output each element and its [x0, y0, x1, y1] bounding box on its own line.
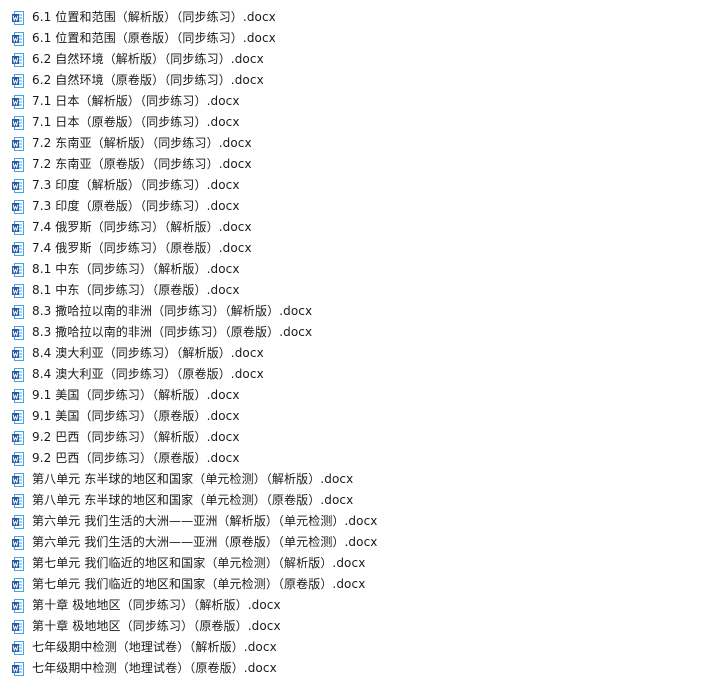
file-item-3[interactable]: 6.2 自然环境（解析版）（同步练习）.docx [0, 49, 717, 70]
file-item-1[interactable]: 6.1 位置和范围（解析版）（同步练习）.docx [0, 7, 717, 28]
word-doc-icon [12, 241, 24, 256]
file-item-32[interactable]: 七年级期中检测（地理试卷）（原卷版）.docx [0, 658, 717, 679]
word-doc-icon [12, 430, 24, 445]
word-doc-icon [12, 619, 24, 634]
file-item-31[interactable]: 七年级期中检测（地理试卷）（解析版）.docx [0, 637, 717, 658]
word-doc-icon [12, 199, 24, 214]
word-doc-icon [12, 577, 24, 592]
word-doc-icon [12, 157, 24, 172]
word-doc-icon [12, 346, 24, 361]
file-item-12[interactable]: 7.4 俄罗斯（同步练习）（原卷版）.docx [0, 238, 717, 259]
word-doc-icon [12, 556, 24, 571]
word-doc-icon [12, 598, 24, 613]
word-doc-icon [12, 52, 24, 67]
file-item-25[interactable]: 第六单元 我们生活的大洲——亚洲（解析版）（单元检测）.docx [0, 511, 717, 532]
file-name: 第十章 极地地区（同步练习）（解析版）.docx [32, 598, 281, 612]
word-doc-icon [12, 367, 24, 382]
file-name: 第十章 极地地区（同步练习）（原卷版）.docx [32, 619, 281, 633]
file-name: 7.1 日本（解析版）（同步练习）.docx [32, 94, 240, 108]
file-name: 6.1 位置和范围（解析版）（同步练习）.docx [32, 10, 276, 24]
word-doc-icon [12, 262, 24, 277]
file-name: 6.2 自然环境（原卷版）（同步练习）.docx [32, 73, 264, 87]
file-name: 8.1 中东（同步练习）（解析版）.docx [32, 262, 240, 276]
file-item-4[interactable]: 6.2 自然环境（原卷版）（同步练习）.docx [0, 70, 717, 91]
file-item-9[interactable]: 7.3 印度（解析版）（同步练习）.docx [0, 175, 717, 196]
word-doc-icon [12, 73, 24, 88]
file-item-10[interactable]: 7.3 印度（原卷版）（同步练习）.docx [0, 196, 717, 217]
file-name: 9.2 巴西（同步练习）（解析版）.docx [32, 430, 240, 444]
word-doc-icon [12, 640, 24, 655]
file-name: 6.2 自然环境（解析版）（同步练习）.docx [32, 52, 264, 66]
file-item-20[interactable]: 9.1 美国（同步练习）（原卷版）.docx [0, 406, 717, 427]
file-name: 第六单元 我们生活的大洲——亚洲（原卷版）（单元检测）.docx [32, 535, 378, 549]
file-name: 7.2 东南亚（解析版）（同步练习）.docx [32, 136, 252, 150]
file-name: 8.3 撒哈拉以南的非洲（同步练习）（解析版）.docx [32, 304, 313, 318]
file-name: 8.4 澳大利亚（同步练习）（解析版）.docx [32, 346, 264, 360]
file-name: 8.4 澳大利亚（同步练习）（原卷版）.docx [32, 367, 264, 381]
word-doc-icon [12, 472, 24, 487]
word-doc-icon [12, 325, 24, 340]
file-list: 6.1 位置和范围（解析版）（同步练习）.docx 6.1 位置和范围（原卷版）… [0, 0, 717, 679]
file-item-16[interactable]: 8.3 撒哈拉以南的非洲（同步练习）（原卷版）.docx [0, 322, 717, 343]
file-name: 七年级期中检测（地理试卷）（原卷版）.docx [32, 661, 277, 675]
file-item-24[interactable]: 第八单元 东半球的地区和国家（单元检测）（原卷版）.docx [0, 490, 717, 511]
file-name: 9.1 美国（同步练习）（原卷版）.docx [32, 409, 240, 423]
file-item-14[interactable]: 8.1 中东（同步练习）（原卷版）.docx [0, 280, 717, 301]
word-doc-icon [12, 535, 24, 550]
word-doc-icon [12, 31, 24, 46]
word-doc-icon [12, 661, 24, 676]
file-item-2[interactable]: 6.1 位置和范围（原卷版）（同步练习）.docx [0, 28, 717, 49]
file-item-22[interactable]: 9.2 巴西（同步练习）（原卷版）.docx [0, 448, 717, 469]
file-name: 7.4 俄罗斯（同步练习）（原卷版）.docx [32, 241, 252, 255]
file-name: 7.3 印度（解析版）（同步练习）.docx [32, 178, 240, 192]
file-name: 第六单元 我们生活的大洲——亚洲（解析版）（单元检测）.docx [32, 514, 378, 528]
file-name: 6.1 位置和范围（原卷版）（同步练习）.docx [32, 31, 276, 45]
file-item-29[interactable]: 第十章 极地地区（同步练习）（解析版）.docx [0, 595, 717, 616]
file-item-28[interactable]: 第七单元 我们临近的地区和国家（单元检测）（原卷版）.docx [0, 574, 717, 595]
file-name: 七年级期中检测（地理试卷）（解析版）.docx [32, 640, 277, 654]
file-item-17[interactable]: 8.4 澳大利亚（同步练习）（解析版）.docx [0, 343, 717, 364]
file-name: 9.1 美国（同步练习）（解析版）.docx [32, 388, 240, 402]
file-name: 第八单元 东半球的地区和国家（单元检测）（原卷版）.docx [32, 493, 354, 507]
word-doc-icon [12, 94, 24, 109]
file-name: 7.4 俄罗斯（同步练习）（解析版）.docx [32, 220, 252, 234]
file-name: 7.1 日本（原卷版）（同步练习）.docx [32, 115, 240, 129]
word-doc-icon [12, 493, 24, 508]
file-item-21[interactable]: 9.2 巴西（同步练习）（解析版）.docx [0, 427, 717, 448]
file-item-6[interactable]: 7.1 日本（原卷版）（同步练习）.docx [0, 112, 717, 133]
file-item-8[interactable]: 7.2 东南亚（原卷版）（同步练习）.docx [0, 154, 717, 175]
file-item-7[interactable]: 7.2 东南亚（解析版）（同步练习）.docx [0, 133, 717, 154]
file-name: 7.2 东南亚（原卷版）（同步练习）.docx [32, 157, 252, 171]
word-doc-icon [12, 514, 24, 529]
file-item-11[interactable]: 7.4 俄罗斯（同步练习）（解析版）.docx [0, 217, 717, 238]
file-name: 7.3 印度（原卷版）（同步练习）.docx [32, 199, 240, 213]
file-item-30[interactable]: 第十章 极地地区（同步练习）（原卷版）.docx [0, 616, 717, 637]
file-item-15[interactable]: 8.3 撒哈拉以南的非洲（同步练习）（解析版）.docx [0, 301, 717, 322]
file-item-19[interactable]: 9.1 美国（同步练习）（解析版）.docx [0, 385, 717, 406]
word-doc-icon [12, 451, 24, 466]
file-name: 8.1 中东（同步练习）（原卷版）.docx [32, 283, 240, 297]
file-item-18[interactable]: 8.4 澳大利亚（同步练习）（原卷版）.docx [0, 364, 717, 385]
word-doc-icon [12, 283, 24, 298]
file-item-23[interactable]: 第八单元 东半球的地区和国家（单元检测）（解析版）.docx [0, 469, 717, 490]
file-item-27[interactable]: 第七单元 我们临近的地区和国家（单元检测）（解析版）.docx [0, 553, 717, 574]
file-name: 8.3 撒哈拉以南的非洲（同步练习）（原卷版）.docx [32, 325, 313, 339]
file-item-26[interactable]: 第六单元 我们生活的大洲——亚洲（原卷版）（单元检测）.docx [0, 532, 717, 553]
word-doc-icon [12, 178, 24, 193]
file-name: 第七单元 我们临近的地区和国家（单元检测）（解析版）.docx [32, 556, 366, 570]
word-doc-icon [12, 304, 24, 319]
word-doc-icon [12, 409, 24, 424]
word-doc-icon [12, 388, 24, 403]
file-name: 9.2 巴西（同步练习）（原卷版）.docx [32, 451, 240, 465]
file-item-5[interactable]: 7.1 日本（解析版）（同步练习）.docx [0, 91, 717, 112]
file-item-13[interactable]: 8.1 中东（同步练习）（解析版）.docx [0, 259, 717, 280]
file-name: 第七单元 我们临近的地区和国家（单元检测）（原卷版）.docx [32, 577, 366, 591]
word-doc-icon [12, 115, 24, 130]
word-doc-icon [12, 136, 24, 151]
file-name: 第八单元 东半球的地区和国家（单元检测）（解析版）.docx [32, 472, 354, 486]
word-doc-icon [12, 10, 24, 25]
word-doc-icon [12, 220, 24, 235]
